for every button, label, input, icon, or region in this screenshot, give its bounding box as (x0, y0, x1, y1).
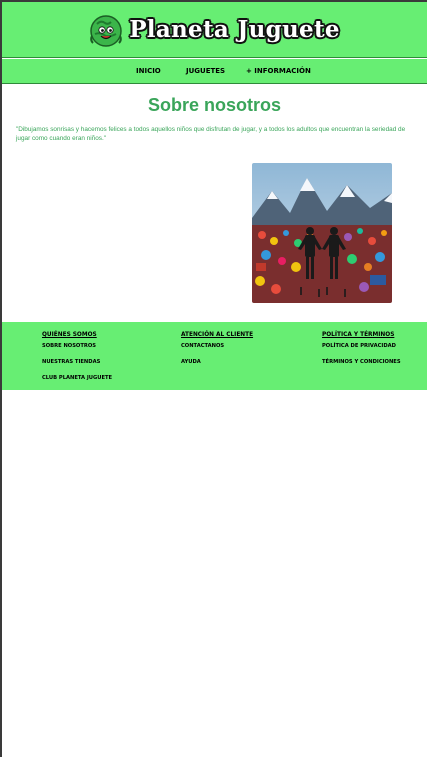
footer-link-terminos-condiciones[interactable]: TÉRMINOS Y CONDICIONES (322, 359, 401, 365)
footer-column-atencion-cliente: ATENCIÓN AL CLIENTE CONTACTANOS AYUDA (181, 332, 253, 375)
footer-link-club-planeta-juguete[interactable]: CLUB PLANETA JUGUETE (42, 375, 112, 381)
nav-item-mas-informacion[interactable]: + INFORMACIÓN (246, 67, 311, 75)
footer-heading: QUIÉNES SOMOS (42, 332, 97, 338)
footer-link-nuestras-tiendas[interactable]: NUESTRAS TIENDAS (42, 359, 112, 365)
footer-column-politica-terminos: POLÍTICA Y TÉRMINOS POLÍTICA DE PRIVACID… (322, 332, 401, 375)
footer-link-politica-privacidad[interactable]: POLÍTICA DE PRIVACIDAD (322, 343, 401, 349)
footer-link-sobre-nosotros[interactable]: SOBRE NOSOTROS (42, 343, 112, 349)
footer-link-ayuda[interactable]: AYUDA (181, 359, 253, 365)
site-footer: QUIÉNES SOMOS SOBRE NOSOTROS NUESTRAS TI… (2, 322, 427, 390)
mission-quote: "Dibujamos sonrisas y hacemos felices a … (16, 126, 406, 142)
site-header: Planeta Juguete (2, 0, 427, 58)
toy-mountain-illustration (252, 163, 392, 303)
footer-heading: POLÍTICA Y TÉRMINOS (322, 332, 395, 338)
nav-item-juguetes[interactable]: JUGUETES (186, 67, 225, 75)
main-nav: INICIO JUGUETES + INFORMACIÓN (2, 59, 427, 84)
brand-name[interactable]: Planeta Juguete (129, 16, 340, 43)
planet-mascot-icon[interactable] (89, 12, 123, 48)
footer-link-contactanos[interactable]: CONTACTANOS (181, 343, 253, 349)
footer-heading: ATENCIÓN AL CLIENTE (181, 332, 254, 338)
footer-column-quienes-somos: QUIÉNES SOMOS SOBRE NOSOTROS NUESTRAS TI… (42, 332, 112, 391)
page-title: Sobre nosotros (147, 95, 281, 115)
nav-item-inicio[interactable]: INICIO (136, 67, 161, 75)
